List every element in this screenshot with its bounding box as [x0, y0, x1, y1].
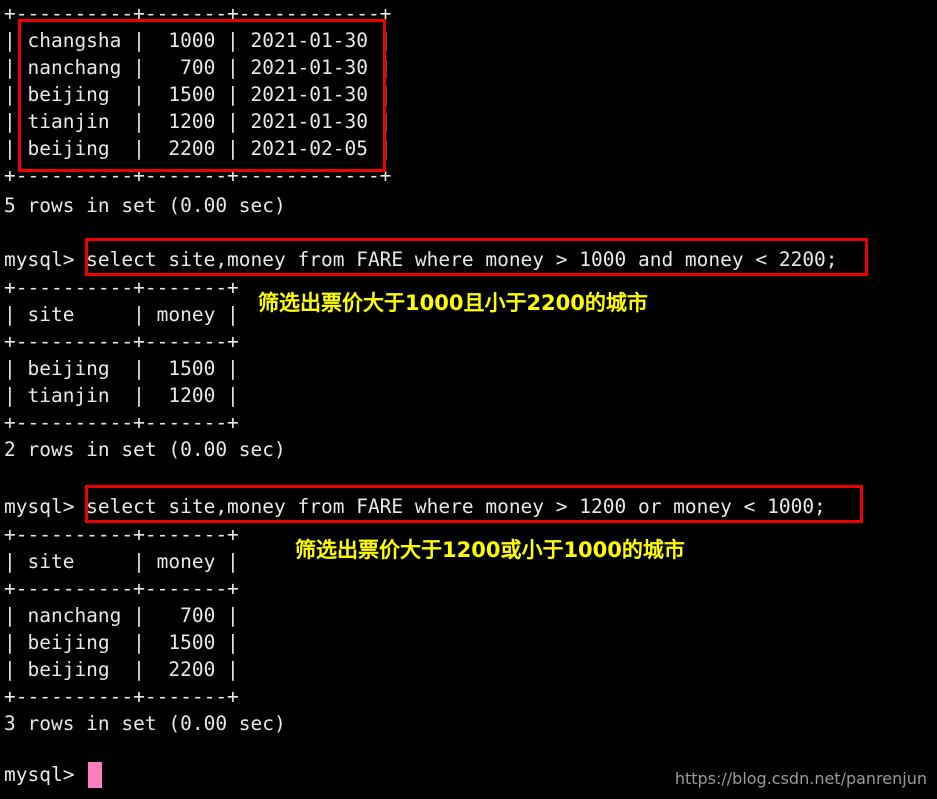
table-row: | beijing | 2200 | 2021-02-05 |: [4, 137, 392, 160]
watermark: https://blog.csdn.net/panrenjun: [674, 769, 927, 788]
result-status: 2 rows in set (0.00 sec): [4, 438, 286, 461]
table-row: | beijing | 1500 | 2021-01-30 |: [4, 83, 392, 106]
annotation-query-1: 筛选出票价大于1000且小于2200的城市: [258, 291, 648, 315]
active-prompt[interactable]: mysql>: [4, 761, 86, 788]
table-border-top: +----------+-------+------------+: [4, 2, 392, 25]
table-border-bottom: +----------+-------+: [4, 685, 239, 708]
table-border-bottom: +----------+-------+------------+: [4, 164, 392, 187]
terminal-window[interactable]: +----------+-------+------------+ | chan…: [0, 0, 937, 799]
table-row: | changsha | 1000 | 2021-01-30 |: [4, 29, 392, 52]
table-border-top: +----------+-------+: [4, 523, 239, 546]
table-border-top: +----------+-------+: [4, 276, 239, 299]
table-row: | beijing | 1500 |: [4, 357, 239, 380]
command-line-query-2[interactable]: mysql> select site,money from FARE where…: [4, 493, 826, 520]
table-header-row: | site | money |: [4, 303, 239, 326]
table-row: | beijing | 1500 |: [4, 631, 239, 654]
table-row: | nanchang | 700 |: [4, 604, 239, 627]
table-row: | tianjin | 1200 | 2021-01-30 |: [4, 110, 392, 133]
command-line-query-1[interactable]: mysql> select site,money from FARE where…: [4, 246, 838, 273]
text-cursor[interactable]: [88, 762, 102, 788]
table-header-row: | site | money |: [4, 550, 239, 573]
annotation-query-2: 筛选出票价大于1200或小于1000的城市: [295, 538, 685, 562]
result-status: 5 rows in set (0.00 sec): [4, 194, 286, 217]
table-row: | tianjin | 1200 |: [4, 384, 239, 407]
result-status: 3 rows in set (0.00 sec): [4, 712, 286, 735]
table-border-mid: +----------+-------+: [4, 577, 239, 600]
table-border-mid: +----------+-------+: [4, 330, 239, 353]
table-row: | beijing | 2200 |: [4, 658, 239, 681]
table-row: | nanchang | 700 | 2021-01-30 |: [4, 56, 392, 79]
table-border-bottom: +----------+-------+: [4, 411, 239, 434]
